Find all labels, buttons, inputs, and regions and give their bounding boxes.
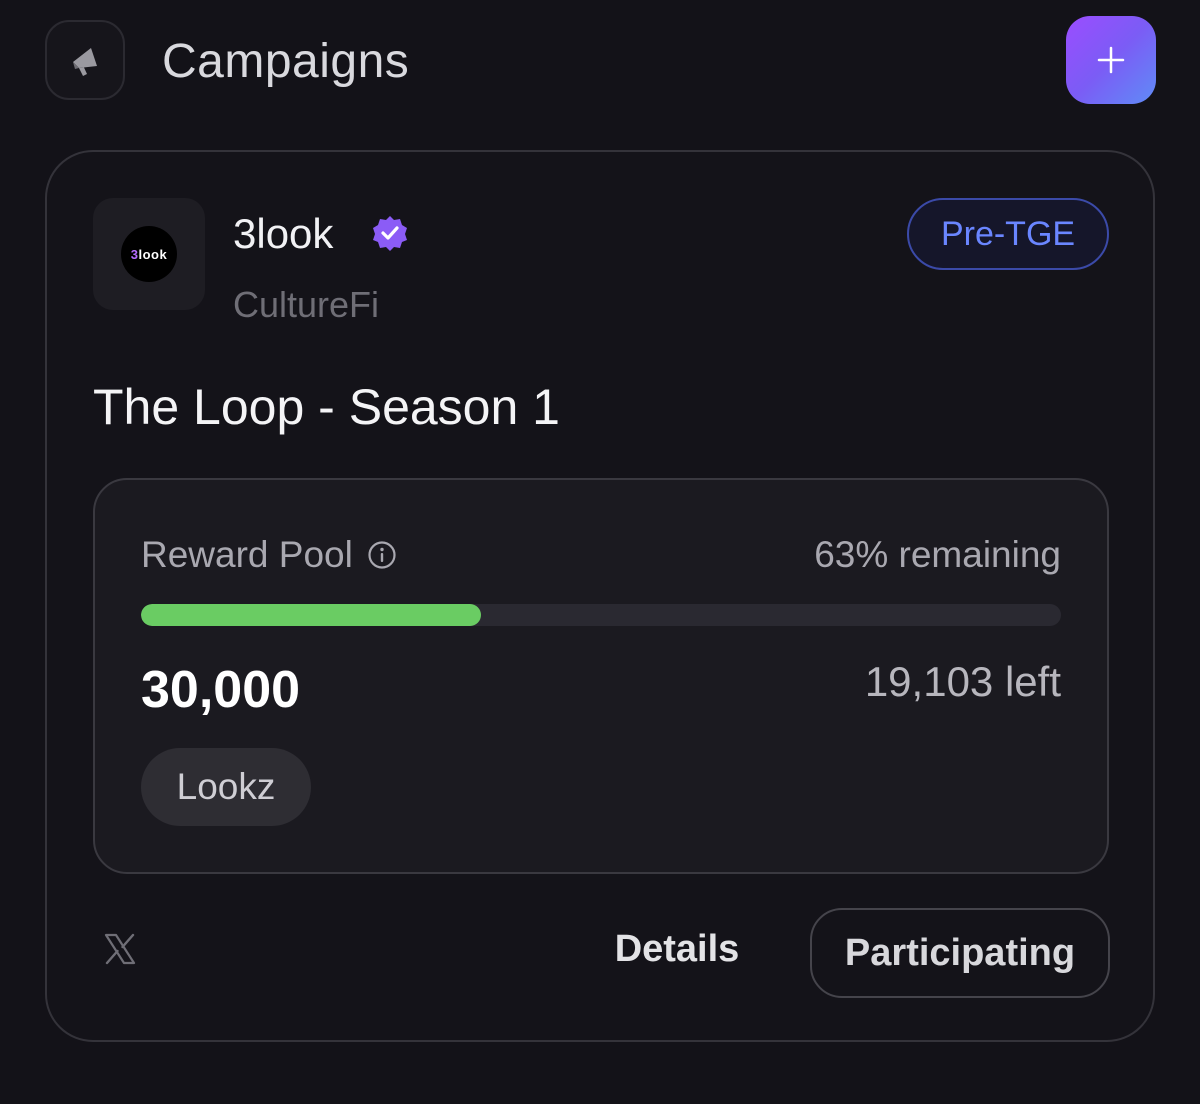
- page-title: Campaigns: [162, 35, 410, 88]
- details-button[interactable]: Details: [595, 904, 759, 994]
- reward-pool-total: 30,000: [141, 661, 301, 719]
- brand-logo-rest: look: [138, 246, 168, 262]
- add-campaign-button[interactable]: [1066, 16, 1156, 104]
- brand-category: CultureFi: [233, 284, 380, 325]
- status-badge: Pre-TGE: [907, 198, 1109, 270]
- remaining-percentage: 63% remaining: [814, 534, 1061, 575]
- participating-button[interactable]: Participating: [810, 908, 1110, 998]
- brand-name: 3look: [233, 210, 334, 257]
- info-icon[interactable]: [367, 540, 397, 570]
- verified-badge-icon: [373, 216, 407, 251]
- token-chip: Lookz: [141, 748, 311, 826]
- brand-logo-prefix: 3: [130, 246, 139, 262]
- campaign-card[interactable]: 3 look 3look CultureFi Pre-TGE The Loop -…: [45, 150, 1155, 1042]
- campaigns-nav-button[interactable]: [45, 20, 125, 100]
- x-logo-icon[interactable]: [103, 932, 137, 966]
- reward-progress-fill: [141, 604, 482, 626]
- plus-icon: [1097, 46, 1125, 74]
- reward-progress-bar: [141, 604, 1061, 626]
- brand-logo: 3 look: [93, 198, 205, 310]
- reward-pool-label: Reward Pool: [141, 534, 353, 575]
- brand-logo-mark: 3 look: [121, 226, 177, 282]
- reward-pool-left: 19,103 left: [864, 658, 1061, 705]
- page-header: Campaigns: [45, 16, 1156, 104]
- reward-pool-label-row: Reward Pool: [141, 534, 397, 576]
- megaphone-icon: [73, 48, 97, 76]
- reward-pool-panel: Reward Pool 63% remaining 30,000 19,103 …: [93, 478, 1109, 874]
- campaign-title: The Loop - Season 1: [93, 379, 560, 435]
